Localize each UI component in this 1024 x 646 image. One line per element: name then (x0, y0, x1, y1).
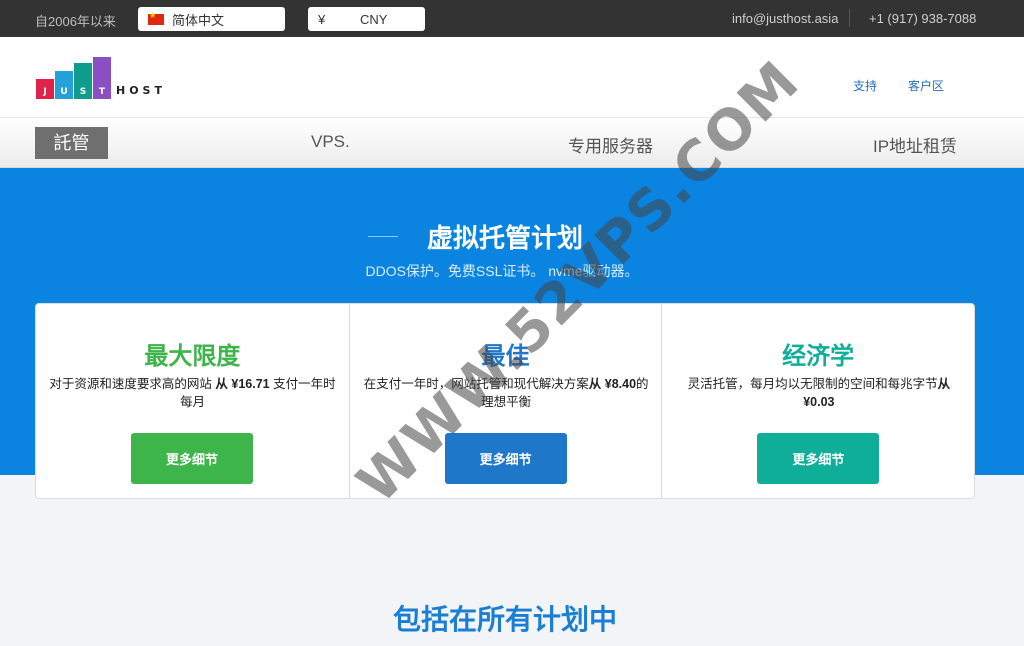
language-select[interactable]: 简体中文 (138, 7, 285, 31)
divider (849, 9, 850, 27)
client-area-link[interactable]: 客户区 (908, 77, 944, 94)
logo-bar-j: J (36, 79, 54, 99)
plan-price: 从 ¥8.40 (588, 377, 637, 391)
plan-description: 在支付一年时，网站托管和现代解决方案从 ¥8.40的理想平衡 (358, 375, 655, 411)
plan-card-optimal: 最佳 在支付一年时，网站托管和现代解决方案从 ¥8.40的理想平衡 更多细节 (348, 304, 662, 498)
justhost-logo[interactable]: J U S T HOST (36, 57, 171, 99)
email-link[interactable]: info@justhost.asia (732, 11, 838, 26)
included-section-title: 包括在所有计划中 (392, 603, 617, 636)
more-details-button[interactable]: 更多细节 (444, 433, 567, 484)
nav-item-ip-rental[interactable]: IP地址租赁 (873, 132, 957, 157)
plan-price: 从 ¥16.71 (215, 377, 270, 391)
support-link[interactable]: 支持 (853, 77, 877, 94)
logo-letter: J (43, 87, 47, 97)
logo-letter: S (79, 87, 87, 97)
nav-item-hosting[interactable]: 託管 (35, 127, 108, 159)
phone-link[interactable]: +1 (917) 938-7088 (869, 11, 976, 26)
logo-bar-u: U (55, 71, 73, 99)
logo-letter: U (60, 87, 68, 97)
hero-subtitle: DDOS保护。免费SSL证书。 nvme驱动器。 (365, 263, 639, 279)
more-details-button[interactable]: 更多细节 (757, 433, 880, 484)
more-details-button[interactable]: 更多细节 (131, 433, 253, 484)
main-nav: 託管 VPS. 专用服务器 IP地址租赁 (0, 117, 1024, 168)
plan-card-economy: 经济学 灵活托管，每月均以无限制的空间和每兆字节从 ¥0.03 更多细节 (661, 304, 974, 498)
logo-letter: T (98, 87, 106, 97)
desc-text: 灵活托管，每月均以无限制的空间和每兆字节 (687, 377, 938, 391)
nav-item-vps[interactable]: VPS. (311, 132, 350, 152)
language-value: 简体中文 (172, 12, 225, 28)
plan-card-maximum: 最大限度 对于资源和速度要求高的网站 从 ¥16.71 支付一年时每月 更多细节 (36, 304, 349, 498)
header: J U S T HOST 支持 客户区 (0, 37, 1024, 117)
since-text: 自2006年以来 (35, 14, 116, 29)
china-flag-icon (148, 11, 164, 25)
nav-item-dedicated[interactable]: 专用服务器 (568, 132, 653, 157)
plan-cards: 最大限度 对于资源和速度要求高的网站 从 ¥16.71 支付一年时每月 更多细节… (35, 303, 975, 499)
top-bar: 自2006年以来 简体中文 ¥ CNY info@justhost.asia +… (0, 0, 1024, 37)
currency-symbol: ¥ (318, 12, 326, 27)
plan-name: 最大限度 (144, 342, 241, 370)
currency-select[interactable]: ¥ CNY (308, 7, 425, 31)
plan-name: 经济学 (782, 342, 855, 370)
logo-host-text: HOST (116, 84, 166, 97)
hero-title: 虚拟托管计划 (426, 224, 583, 254)
plan-description: 对于资源和速度要求高的网站 从 ¥16.71 支付一年时每月 (44, 375, 341, 411)
plan-description: 灵活托管，每月均以无限制的空间和每兆字节从 ¥0.03 (670, 375, 967, 411)
plan-name: 最佳 (481, 342, 530, 370)
currency-code: CNY (360, 12, 388, 27)
desc-text: 在支付一年时，网站托管和现代解决方案 (363, 377, 589, 391)
desc-text: 对于资源和速度要求高的网站 (49, 377, 212, 391)
logo-bar-s: S (74, 63, 92, 99)
logo-bar-t: T (93, 57, 111, 99)
